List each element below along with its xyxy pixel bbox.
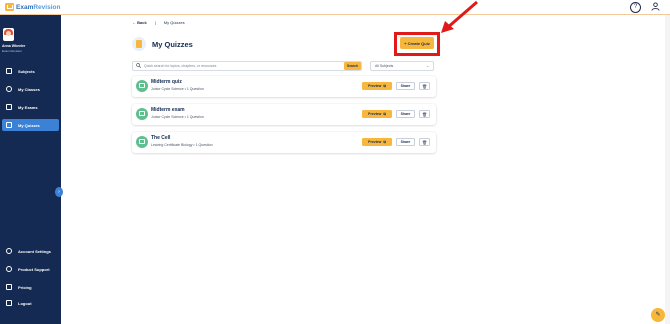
quiz-icon <box>132 37 146 51</box>
sidebar: Anna Wheeler Exam Revision Subjects My C… <box>0 15 63 324</box>
brand-name: ExamRevision <box>16 3 61 11</box>
sidebar-item-label: Subjects <box>18 68 35 74</box>
quiz-title[interactable]: Midterm quiz <box>151 79 182 85</box>
logout-icon <box>6 300 12 306</box>
breadcrumb: ← Back | My Quizzes <box>132 20 185 25</box>
book-icon <box>6 104 12 110</box>
gear-icon <box>6 248 12 254</box>
quiz-title[interactable]: The Cell <box>151 135 170 141</box>
share-button[interactable]: Share <box>396 82 415 90</box>
sidebar-item-label: My Quizzes <box>18 122 40 128</box>
card-icon <box>6 284 12 290</box>
breadcrumb-separator: | <box>154 20 156 25</box>
quiz-icon <box>136 80 148 92</box>
page-header: My Quizzes <box>132 37 193 51</box>
help-icon[interactable]: ? <box>630 2 641 13</box>
share-button[interactable]: Share <box>396 138 415 146</box>
preview-button[interactable]: Preview ⧉ <box>362 138 392 146</box>
trash-icon: 🗑 <box>421 112 428 117</box>
subject-filter-select[interactable]: All Subjects ⌄ <box>370 61 434 71</box>
sidebar-item-label: My Classes <box>18 86 40 92</box>
arrow-left-icon: ← <box>132 20 136 25</box>
sidebar-item-account-settings[interactable]: Account Settings <box>2 245 59 257</box>
quiz-card[interactable]: The Cell Leaving Certificate Biology • 1… <box>132 132 436 153</box>
user-subtitle: Exam Revision <box>2 49 23 53</box>
brand-logo[interactable]: ExamRevision <box>5 3 60 11</box>
chat-support-button[interactable]: ✎ <box>651 308 665 322</box>
user-name: Anna Wheeler <box>2 44 26 48</box>
page-title: My Quizzes <box>152 39 193 49</box>
trash-icon: 🗑 <box>421 84 428 89</box>
external-link-icon: ⧉ <box>383 140 386 144</box>
quiz-title[interactable]: Midterm exam <box>151 107 185 113</box>
sidebar-item-my-exams[interactable]: My Exams <box>2 101 59 113</box>
quiz-card[interactable]: Midterm exam Junior Cycle Science • 1 Qu… <box>132 104 436 125</box>
quiz-meta: Junior Cycle Science • 1 Question <box>151 87 204 91</box>
users-icon <box>6 86 12 92</box>
sidebar-item-my-classes[interactable]: My Classes <box>2 83 59 95</box>
preview-button[interactable]: Preview ⧉ <box>362 82 392 90</box>
quiz-icon <box>136 136 148 148</box>
create-quiz-button[interactable]: + Create Quiz <box>400 37 434 49</box>
preview-button[interactable]: Preview ⧉ <box>362 110 392 118</box>
quiz-icon <box>136 108 148 120</box>
sidebar-item-label: Account Settings <box>18 248 51 254</box>
external-link-icon: ⧉ <box>383 84 386 88</box>
sidebar-item-logout[interactable]: Logout <box>2 297 59 309</box>
breadcrumb-current: My Quizzes <box>163 20 185 25</box>
main-content: ← Back | My Quizzes My Quizzes + Create … <box>61 0 670 324</box>
share-button[interactable]: Share <box>396 110 415 118</box>
annotation-arrow-icon <box>441 0 478 33</box>
search-button[interactable]: Search <box>344 62 361 70</box>
delete-button[interactable]: 🗑 <box>419 82 430 90</box>
top-bar: ExamRevision ? <box>0 0 670 15</box>
external-link-icon: ⧉ <box>383 112 386 116</box>
sidebar-item-my-quizzes[interactable]: My Quizzes <box>2 119 59 131</box>
chat-icon: ✎ <box>655 312 661 318</box>
sidebar-item-pricing[interactable]: Pricing <box>2 281 59 293</box>
logo-icon <box>5 3 14 11</box>
back-button[interactable]: ← Back <box>132 20 147 25</box>
sidebar-item-product-support[interactable]: Product Support <box>2 263 59 275</box>
quiz-meta: Junior Cycle Science • 1 Question <box>151 115 204 119</box>
sidebar-item-label: Pricing <box>18 284 32 290</box>
scrollbar[interactable] <box>665 15 670 324</box>
sidebar-item-label: Logout <box>18 300 32 306</box>
user-icon[interactable] <box>651 2 660 11</box>
search-input[interactable]: Quick search for topics, chapters, or re… <box>132 61 362 71</box>
search-placeholder: Quick search for topics, chapters, or re… <box>144 64 217 68</box>
chevron-down-icon: ⌄ <box>426 64 429 68</box>
sidebar-item-label: Product Support <box>18 266 50 272</box>
delete-button[interactable]: 🗑 <box>419 110 430 118</box>
trash-icon: 🗑 <box>421 140 428 145</box>
search-icon <box>136 63 141 69</box>
phone-icon <box>6 68 12 74</box>
avatar[interactable] <box>3 28 14 41</box>
quiz-icon <box>6 122 12 128</box>
help-circle-icon <box>6 266 12 272</box>
sidebar-item-subjects[interactable]: Subjects <box>2 65 59 77</box>
quiz-card[interactable]: Midterm quiz Junior Cycle Science • 1 Qu… <box>132 76 436 97</box>
sidebar-item-label: My Exams <box>18 104 38 110</box>
delete-button[interactable]: 🗑 <box>419 138 430 146</box>
quiz-meta: Leaving Certificate Biology • 1 Question <box>151 143 213 147</box>
